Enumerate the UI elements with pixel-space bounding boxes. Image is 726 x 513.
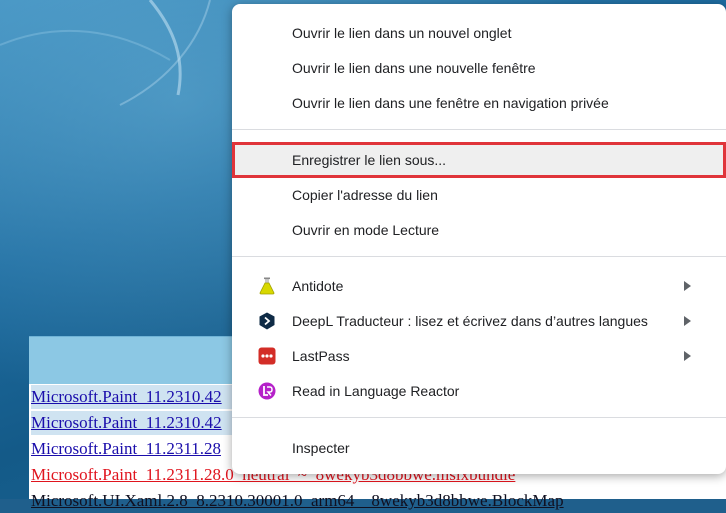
menu-item-inspect[interactable]: Inspecter <box>232 431 726 465</box>
menu-separator <box>232 417 726 418</box>
language-reactor-icon <box>258 382 276 400</box>
menu-item-open-private-window[interactable]: Ouvrir le lien dans une fenêtre en navig… <box>232 86 726 120</box>
menu-item-label: Inspecter <box>292 440 350 456</box>
menu-item-open-new-tab[interactable]: Ouvrir le lien dans un nouvel onglet <box>232 16 726 50</box>
menu-item-label: Ouvrir en mode Lecture <box>292 222 440 238</box>
menu-item-deepl[interactable]: DeepL Traducteur : lisez et écrivez dans… <box>232 304 726 338</box>
submenu-arrow-icon <box>684 281 691 291</box>
wallpaper-swoosh <box>0 0 211 106</box>
menu-item-antidote[interactable]: Antidote <box>232 269 726 303</box>
menu-item-copy-link-address[interactable]: Copier l'adresse du lien <box>232 178 726 212</box>
menu-item-label: Copier l'adresse du lien <box>292 187 438 203</box>
lastpass-icon <box>258 347 276 365</box>
submenu-arrow-icon <box>684 316 691 326</box>
menu-item-label: Read in Language Reactor <box>292 383 460 399</box>
menu-item-save-link-as[interactable]: Enregistrer le lien sous... <box>232 142 726 178</box>
menu-item-label: Antidote <box>292 278 344 294</box>
menu-item-label: Ouvrir le lien dans une fenêtre en navig… <box>292 95 609 111</box>
menu-item-label: Ouvrir le lien dans une nouvelle fenêtre <box>292 60 536 76</box>
menu-item-open-new-window[interactable]: Ouvrir le lien dans une nouvelle fenêtre <box>232 51 726 85</box>
menu-item-label: Ouvrir le lien dans un nouvel onglet <box>292 25 512 41</box>
menu-item-label: LastPass <box>292 348 350 364</box>
deepl-icon <box>259 312 275 330</box>
antidote-flask-icon <box>259 277 275 295</box>
menu-separator <box>232 256 726 257</box>
submenu-arrow-icon <box>684 351 691 361</box>
menu-separator <box>232 129 726 130</box>
menu-item-label: Enregistrer le lien sous... <box>292 152 447 168</box>
menu-item-reading-mode[interactable]: Ouvrir en mode Lecture <box>232 213 726 247</box>
file-link[interactable]: Microsoft.UI.Xaml.2.8_8.2310.30001.0_arm… <box>31 489 726 513</box>
menu-item-lastpass[interactable]: LastPass <box>232 339 726 373</box>
menu-item-language-reactor[interactable]: Read in Language Reactor <box>232 374 726 408</box>
menu-item-label: DeepL Traducteur : lisez et écrivez dans… <box>292 313 648 329</box>
context-menu: Ouvrir le lien dans un nouvel onglet Ouv… <box>232 4 726 474</box>
